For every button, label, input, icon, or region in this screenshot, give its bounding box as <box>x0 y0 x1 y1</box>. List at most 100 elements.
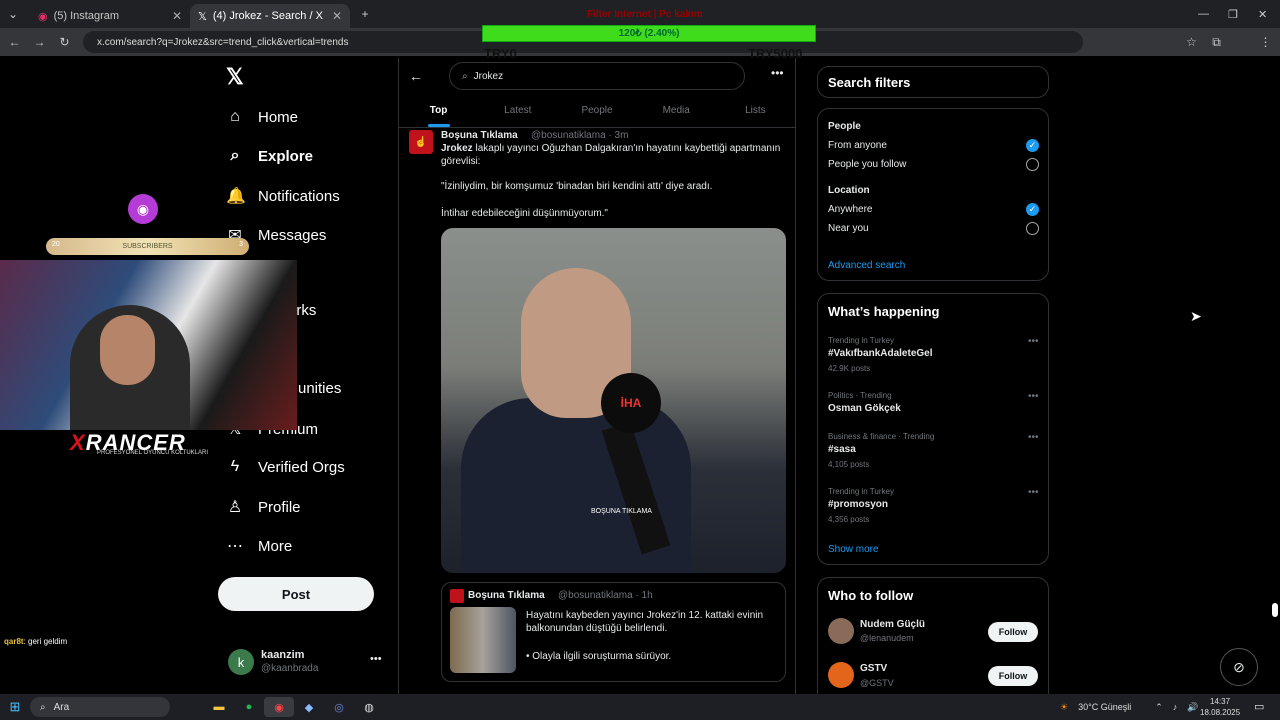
more-icon[interactable]: ••• <box>1028 432 1039 443</box>
follow-button[interactable]: Follow <box>988 666 1038 686</box>
streamer-face <box>100 315 155 385</box>
suggested-user-name[interactable]: GSTV <box>860 663 887 674</box>
tab-instagram[interactable]: ◉ (5) Instagram ✕ <box>30 4 190 28</box>
nav-profile[interactable]: ♙ Profile <box>226 497 301 517</box>
trend-name[interactable]: #promosyon <box>828 499 888 510</box>
nav-notifications[interactable]: 🔔 Notifications <box>226 186 340 206</box>
close-window-icon[interactable]: ✕ <box>1258 8 1267 21</box>
tweet-author-handle[interactable]: @bosunatiklama · 3m <box>531 130 628 141</box>
notification-icon[interactable]: ▭ <box>1254 700 1264 713</box>
new-tab-button[interactable]: + <box>358 7 372 21</box>
minimize-icon[interactable]: — <box>1198 8 1209 20</box>
webcam-overlay <box>0 260 297 430</box>
more-icon[interactable]: ••• <box>771 66 784 80</box>
trend-meta: Trending in Turkey <box>828 336 894 345</box>
home-icon: ⌂ <box>230 108 240 125</box>
bell-icon: 🔔 <box>226 188 246 205</box>
tab-top[interactable]: Top <box>399 98 478 127</box>
donation-progress-bar: 120₺ (2.40%) <box>482 25 816 42</box>
close-tab-icon[interactable]: ✕ <box>172 9 182 23</box>
clock[interactable]: 14:37 18.08.2025 <box>1200 696 1240 718</box>
trend-name[interactable]: #sasa <box>828 444 856 455</box>
advanced-search-link[interactable]: Advanced search <box>828 260 905 271</box>
weather-text[interactable]: 30°C Güneşli <box>1078 702 1131 712</box>
tab-people[interactable]: People <box>557 98 636 127</box>
tab-latest[interactable]: Latest <box>478 98 557 127</box>
show-more-link[interactable]: Show more <box>828 544 879 555</box>
nav-label: Notifications <box>258 187 340 205</box>
tab-search-icon[interactable]: ⌄ <box>6 7 20 21</box>
tweet-hashtag[interactable]: Jrokez <box>441 143 473 154</box>
search-input[interactable]: ⌕ Jrokez <box>449 62 745 90</box>
tweet-author-name[interactable]: Boşuna Tıklama <box>441 130 518 141</box>
radio-circle-icon[interactable] <box>1026 222 1039 235</box>
avatar: k <box>228 649 254 675</box>
avatar[interactable] <box>828 618 854 644</box>
star-icon[interactable]: ☆ <box>1185 35 1198 49</box>
tweet-text: Jrokez lakaplı yayıncı Oğuzhan Dalgakıra… <box>441 142 781 168</box>
more-icon[interactable]: ••• <box>1028 487 1039 498</box>
x-icon: 𝕏 <box>198 10 207 23</box>
nav-more[interactable]: ⋯ More <box>226 536 292 556</box>
tweet-quote-line: "İzinliydim, bir komşumuz 'binadan biri … <box>441 181 713 192</box>
forward-icon[interactable]: → <box>33 35 46 49</box>
mic-icon[interactable]: ♪ <box>1173 702 1178 712</box>
nav-label: Home <box>258 108 299 126</box>
check-icon[interactable]: ✓ <box>1026 139 1039 152</box>
trend-name[interactable]: #VakıfbankAdaleteGel <box>828 348 933 359</box>
quoted-text: Hayatını kaybeden yayıncı Jrokez'in 12. … <box>526 610 764 634</box>
search-value: Jrokez <box>473 70 504 82</box>
near-you-option[interactable]: Near you <box>828 223 869 234</box>
more-icon[interactable]: ••• <box>1028 391 1039 402</box>
back-icon[interactable]: ← <box>8 35 21 49</box>
nav-explore[interactable]: ⌕ Explore <box>226 147 314 165</box>
extensions-icon[interactable]: ⧉ <box>1210 35 1223 50</box>
reload-icon[interactable]: ↻ <box>58 35 71 49</box>
maximize-icon[interactable]: ❐ <box>1228 8 1238 21</box>
nav-label: Messages <box>258 226 327 244</box>
avatar[interactable] <box>828 662 854 688</box>
more-icon[interactable]: ••• <box>370 653 382 665</box>
from-anyone-option[interactable]: From anyone <box>828 140 887 151</box>
chrome-icon[interactable]: ◉ <box>264 697 294 717</box>
suggested-user-name[interactable]: Nudem Güçlü <box>860 619 925 630</box>
menu-icon[interactable]: ⋮ <box>1259 35 1272 49</box>
grok-button[interactable]: ⊘ <box>1220 648 1258 686</box>
app-icon[interactable]: ◆ <box>294 697 324 717</box>
discord-icon[interactable]: ◎ <box>324 697 354 717</box>
tab-lists[interactable]: Lists <box>716 98 795 127</box>
account-switcher[interactable]: k kaanzim @kaanbrada ••• <box>228 647 384 683</box>
back-arrow-icon[interactable]: ← <box>409 68 423 84</box>
system-tray: ☀ 30°C Güneşli ⌃ ♪ 🔊 <box>1060 694 1198 720</box>
file-explorer-icon[interactable]: ▬ <box>204 697 234 717</box>
tab-media[interactable]: Media <box>637 98 716 127</box>
nav-home[interactable]: ⌂ Home <box>226 108 298 126</box>
obs-icon[interactable]: ◍ <box>354 697 384 717</box>
windows-start-icon[interactable]: ⊞ <box>0 699 30 715</box>
follow-button[interactable]: Follow <box>988 622 1038 642</box>
scrollbar[interactable] <box>1270 58 1280 694</box>
spotify-icon[interactable]: ● <box>234 697 264 717</box>
tab-x-search[interactable]: 𝕏 (4) Jrokez - Search / X ✕ <box>190 4 350 28</box>
nav-communities[interactable]: unities <box>298 380 341 397</box>
x-logo-icon[interactable]: 𝕏 <box>226 64 244 90</box>
scrollbar-thumb[interactable] <box>1272 603 1278 617</box>
more-icon[interactable]: ••• <box>1028 336 1039 347</box>
post-button[interactable]: Post <box>218 577 374 611</box>
anywhere-option[interactable]: Anywhere <box>828 204 872 215</box>
nav-verified-orgs[interactable]: ϟ Verified Orgs <box>226 458 345 476</box>
search-icon: ⌕ <box>230 147 240 164</box>
close-tab-icon[interactable]: ✕ <box>332 9 342 23</box>
people-you-follow-option[interactable]: People you follow <box>828 159 906 170</box>
trend-name[interactable]: Osman Gökçek <box>828 403 901 414</box>
instagram-icon: ◉ <box>38 10 48 23</box>
quoted-tweet[interactable]: Boşuna Tıklama @bosunatiklama · 1h Hayat… <box>441 582 786 682</box>
radio-circle-icon[interactable] <box>1026 158 1039 171</box>
check-icon[interactable]: ✓ <box>1026 203 1039 216</box>
tweet-video[interactable]: İHA BOŞUNA TIKLAMA <box>441 228 786 573</box>
chevron-up-icon[interactable]: ⌃ <box>1155 702 1163 713</box>
volume-icon[interactable]: 🔊 <box>1187 702 1198 713</box>
tweet-quote-line: İntihar edebileceğini düşünmüyorum." <box>441 208 608 219</box>
taskbar-search[interactable]: ⌕ Ara <box>30 697 170 717</box>
tweet-avatar[interactable]: ☝ <box>409 130 433 154</box>
